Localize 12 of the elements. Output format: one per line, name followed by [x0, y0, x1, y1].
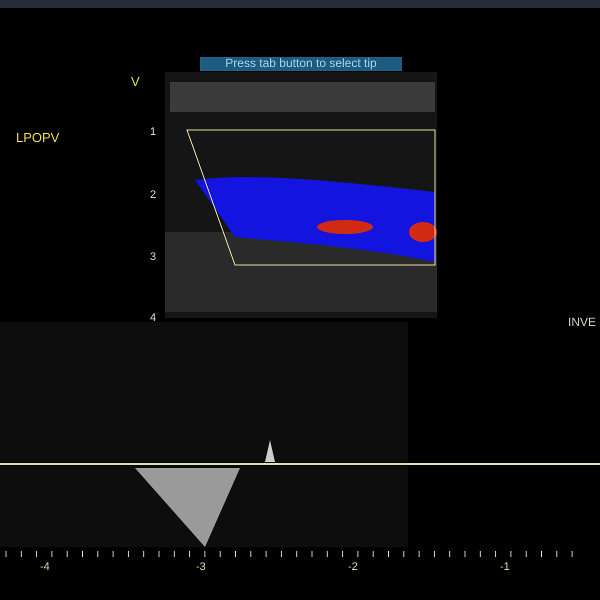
annotation-label: LPOPV [16, 129, 60, 147]
instruction-banner: Press tab button to select tip [200, 57, 402, 71]
velocity-axis-label: -1 [500, 560, 510, 575]
depth-label: 2 [150, 189, 156, 201]
depth-label: 4 [150, 312, 156, 324]
velocity-axis-label: -4 [40, 560, 50, 575]
side-label: INVE [568, 314, 596, 331]
velocity-axis-label: -3 [196, 560, 206, 575]
orientation-mark: V [131, 73, 140, 91]
velocity-axis-label: -2 [348, 560, 358, 575]
depth-label: 3 [150, 251, 156, 263]
depth-label: 1 [150, 126, 156, 138]
